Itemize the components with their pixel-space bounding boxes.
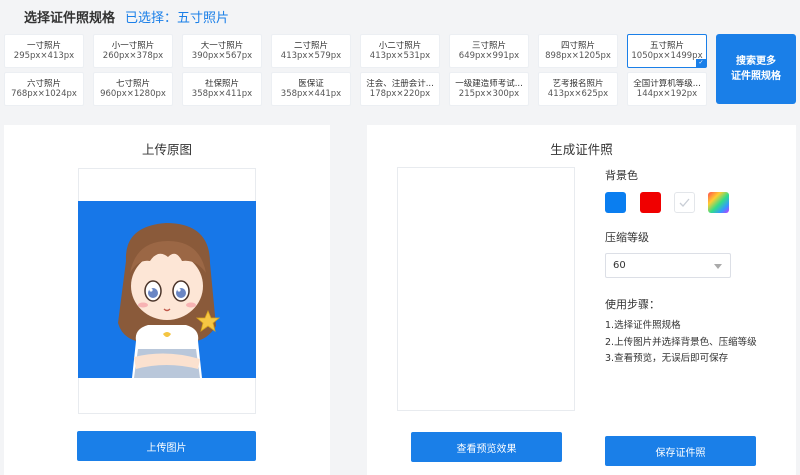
size-card-constructor-exam[interactable]: 一级建造师考试... 215px×300px bbox=[449, 72, 529, 106]
compress-label: 压缩等级 bbox=[605, 231, 649, 244]
step-item: 3.查看预览，无误后即可保存 bbox=[605, 353, 729, 364]
size-name: 社保照片 bbox=[204, 79, 239, 89]
spec-title: 选择证件照规格 bbox=[24, 10, 116, 26]
compress-value: 60 bbox=[613, 260, 626, 271]
search-more-line1: 搜索更多 bbox=[736, 56, 776, 67]
spec-header: 选择证件照规格 已选择：五寸照片 bbox=[24, 7, 230, 26]
size-card-art-exam[interactable]: 艺考报名照片 413px×625px bbox=[538, 72, 618, 106]
check-icon bbox=[679, 198, 690, 207]
size-card-2inch[interactable]: 二寸照片 413px×579px bbox=[271, 34, 351, 68]
bg-swatch-red[interactable] bbox=[640, 192, 661, 213]
size-name: 大一寸照片 bbox=[200, 41, 244, 51]
size-name: 三寸照片 bbox=[471, 41, 506, 51]
preview-area bbox=[397, 167, 575, 411]
size-name: 医保证 bbox=[298, 79, 324, 89]
check-icon: ✓ bbox=[696, 59, 706, 67]
size-name: 六寸照片 bbox=[26, 79, 61, 89]
size-name: 四寸照片 bbox=[560, 41, 595, 51]
size-card-6inch[interactable]: 六寸照片 768px×1024px bbox=[4, 72, 84, 106]
size-dim: 260px×378px bbox=[102, 51, 164, 61]
generate-panel-title: 生成证件照 bbox=[550, 142, 613, 157]
size-name: 一寸照片 bbox=[26, 41, 61, 51]
bg-swatch-blue[interactable] bbox=[605, 192, 626, 213]
size-dim: 144px×192px bbox=[636, 89, 698, 99]
size-dim: 898px×1205px bbox=[545, 51, 611, 61]
chevron-down-icon bbox=[714, 264, 722, 269]
upload-panel-title: 上传原图 bbox=[141, 142, 192, 157]
step-item: 1.选择证件照规格 bbox=[605, 320, 681, 331]
size-card-7inch[interactable]: 七寸照片 960px×1280px bbox=[93, 72, 173, 106]
size-name: 艺考报名照片 bbox=[552, 79, 604, 89]
size-dim: 413px×531px bbox=[369, 51, 431, 61]
size-card-small-1inch[interactable]: 小一寸照片 260px×378px bbox=[93, 34, 173, 68]
size-dim: 178px×220px bbox=[369, 89, 431, 99]
size-card-1inch[interactable]: 一寸照片 295px×413px bbox=[4, 34, 84, 68]
size-dim: 413px×625px bbox=[547, 89, 609, 99]
search-more-line2: 证件照规格 bbox=[731, 71, 781, 82]
steps-label: 使用步骤： bbox=[605, 298, 660, 311]
save-photo-button[interactable]: 保存证件照 bbox=[605, 436, 756, 466]
size-name: 小二寸照片 bbox=[378, 41, 422, 51]
preview-button[interactable]: 查看预览效果 bbox=[411, 432, 562, 462]
size-card-cpa[interactable]: 注会、注册会计... 178px×220px bbox=[360, 72, 440, 106]
size-dim: 649px×991px bbox=[458, 51, 520, 61]
size-dim: 413px×579px bbox=[280, 51, 342, 61]
size-dim: 1050px×1499px bbox=[631, 51, 703, 61]
size-name: 一级建造师考试... bbox=[455, 79, 523, 89]
size-card-5inch[interactable]: 五寸照片 1050px×1499px ✓ bbox=[627, 34, 707, 68]
size-name: 全国计算机等级... bbox=[633, 79, 701, 89]
selected-spec-label: 已选择：五寸照片 bbox=[125, 10, 230, 26]
bg-swatch-custom[interactable] bbox=[708, 192, 729, 213]
size-dim: 358px×411px bbox=[191, 89, 253, 99]
search-more-specs-button[interactable]: 搜索更多 证件照规格 bbox=[716, 34, 796, 104]
size-card-small-2inch[interactable]: 小二寸照片 413px×531px bbox=[360, 34, 440, 68]
size-name: 二寸照片 bbox=[293, 41, 328, 51]
size-name: 五寸照片 bbox=[649, 41, 684, 51]
size-dim: 390px×567px bbox=[191, 51, 253, 61]
original-photo bbox=[78, 201, 256, 378]
size-dim: 768px×1024px bbox=[11, 89, 77, 99]
size-name: 注会、注册会计... bbox=[366, 79, 434, 89]
size-dim: 960px×1280px bbox=[100, 89, 166, 99]
size-name: 小一寸照片 bbox=[111, 41, 155, 51]
upload-image-button[interactable]: 上传图片 bbox=[77, 431, 256, 461]
size-card-social-security[interactable]: 社保照片 358px×411px bbox=[182, 72, 262, 106]
size-card-computer-exam[interactable]: 全国计算机等级... 144px×192px bbox=[627, 72, 707, 106]
cartoon-girl-icon bbox=[118, 223, 221, 378]
size-card-3inch[interactable]: 三寸照片 649px×991px bbox=[449, 34, 529, 68]
size-name: 七寸照片 bbox=[115, 79, 150, 89]
bg-swatch-white[interactable] bbox=[674, 192, 695, 213]
size-card-medical-insurance[interactable]: 医保证 358px×441px bbox=[271, 72, 351, 106]
size-dim: 215px×300px bbox=[458, 89, 520, 99]
size-card-4inch[interactable]: 四寸照片 898px×1205px bbox=[538, 34, 618, 68]
bg-color-label: 背景色 bbox=[605, 169, 638, 182]
step-item: 2.上传图片并选择背景色、压缩等级 bbox=[605, 337, 757, 348]
size-dim: 358px×441px bbox=[280, 89, 342, 99]
compress-level-select[interactable]: 60 bbox=[605, 253, 731, 278]
size-card-large-1inch[interactable]: 大一寸照片 390px×567px bbox=[182, 34, 262, 68]
size-dim: 295px×413px bbox=[13, 51, 75, 61]
